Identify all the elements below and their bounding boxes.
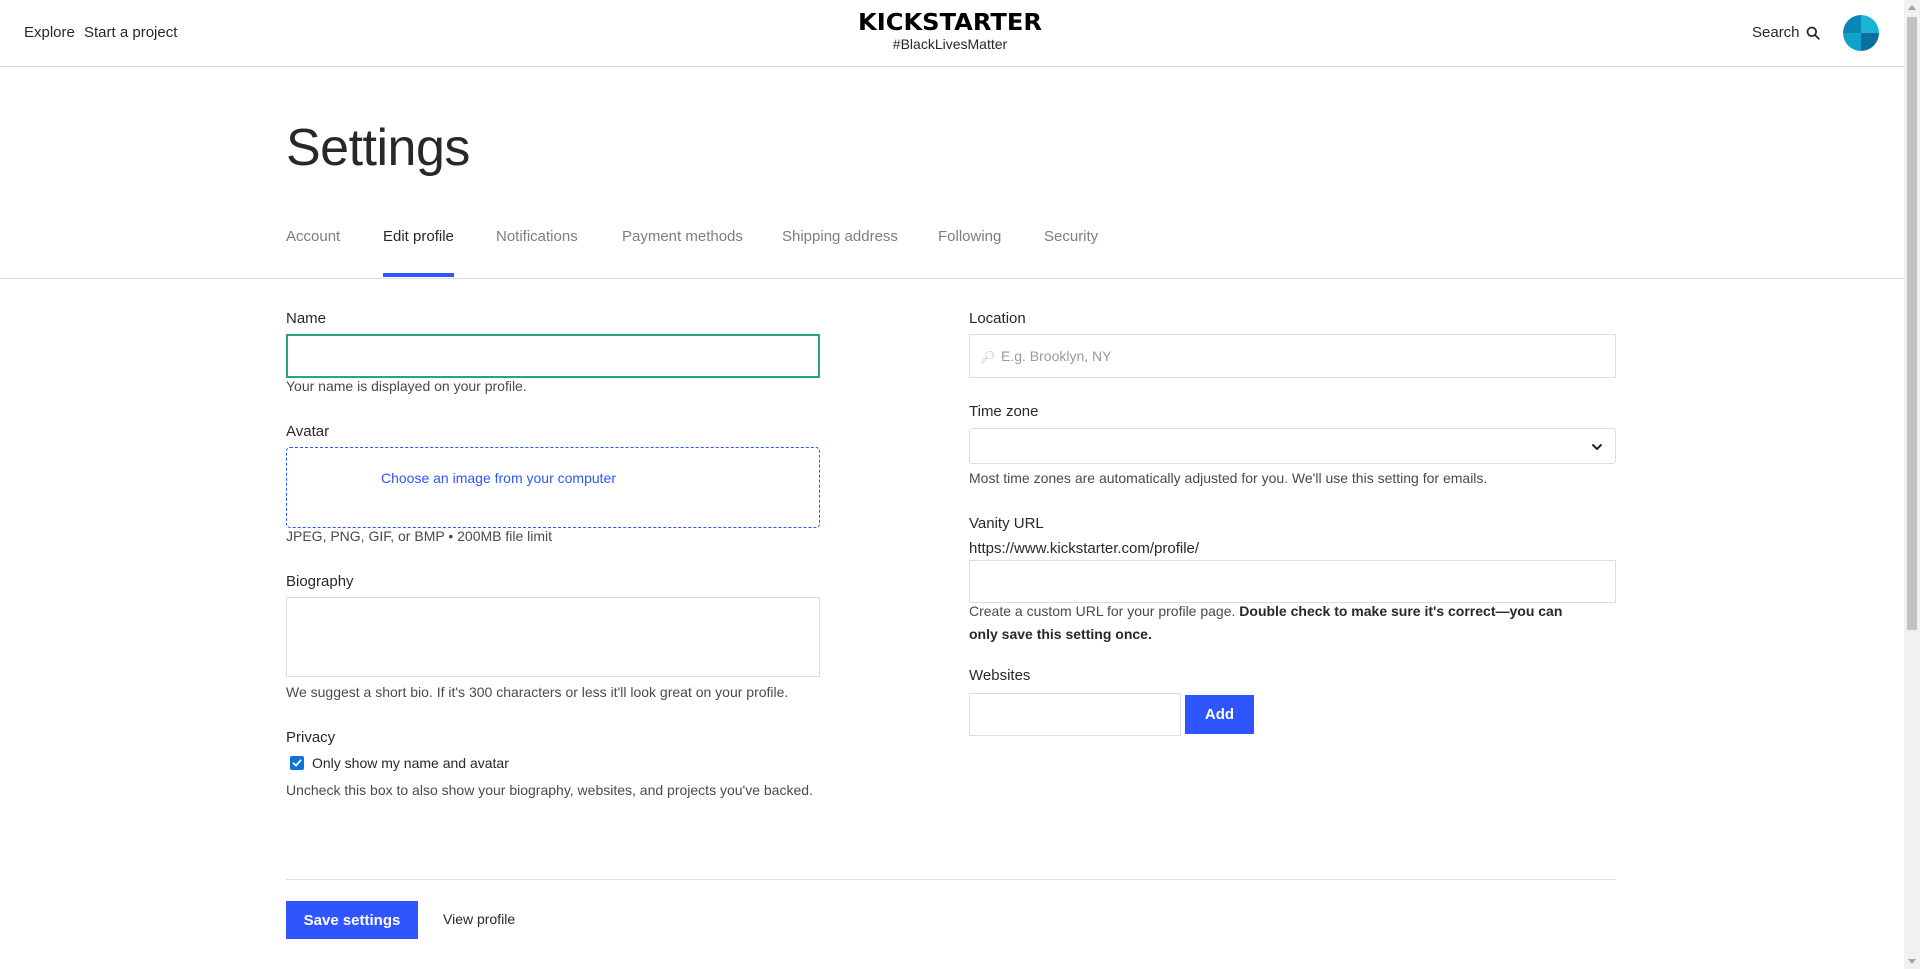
name-input[interactable] <box>286 334 820 378</box>
top-header: Explore Start a project KICKSTARTER #Bla… <box>0 0 1904 67</box>
search-icon <box>1806 26 1820 40</box>
websites-label: Websites <box>969 667 1031 684</box>
location-search-icon: 🔎︎ <box>980 350 996 364</box>
websites-input[interactable] <box>969 693 1181 736</box>
page-title: Settings <box>286 119 470 177</box>
scroll-up-arrow-icon[interactable] <box>1908 5 1916 10</box>
tab-account[interactable]: Account <box>286 228 340 245</box>
choose-image-link[interactable]: Choose an image from your computer <box>381 470 616 486</box>
nav-explore[interactable]: Explore <box>24 24 75 41</box>
save-settings-button[interactable]: Save settings <box>286 901 418 939</box>
tab-notifications[interactable]: Notifications <box>496 228 578 245</box>
nav-start-project[interactable]: Start a project <box>84 24 177 41</box>
privacy-checkbox-label[interactable]: Only show my name and avatar <box>312 752 509 775</box>
settings-page: Explore Start a project KICKSTARTER #Bla… <box>0 0 1920 969</box>
location-input[interactable]: E.g. Brooklyn, NY <box>969 334 1616 378</box>
tab-edit-profile[interactable]: Edit profile <box>383 228 454 245</box>
biography-help: We suggest a short bio. If it's 300 char… <box>286 684 789 700</box>
vanity-url-label: Vanity URL <box>969 515 1044 532</box>
vanity-url-help-text: Create a custom URL for your profile pag… <box>969 603 1240 619</box>
search-label: Search <box>1752 24 1800 41</box>
vanity-url-input[interactable] <box>969 560 1616 603</box>
scroll-down-arrow-icon[interactable] <box>1908 959 1916 964</box>
footer-divider <box>286 879 1616 880</box>
tab-security[interactable]: Security <box>1044 228 1098 245</box>
timezone-label: Time zone <box>969 403 1039 420</box>
checkmark-icon <box>292 759 302 767</box>
tabs-divider <box>0 278 1904 279</box>
user-avatar[interactable] <box>1843 15 1879 51</box>
avatar-help: JPEG, PNG, GIF, or BMP • 200MB file limi… <box>286 528 553 544</box>
kickstarter-logo[interactable]: KICKSTARTER <box>845 10 1055 36</box>
view-profile-link[interactable]: View profile <box>443 911 515 927</box>
chevron-down-icon <box>1592 444 1602 450</box>
name-label: Name <box>286 310 327 327</box>
vanity-url-help: Create a custom URL for your profile pag… <box>969 600 1589 646</box>
tab-payment-methods[interactable]: Payment methods <box>622 228 743 245</box>
privacy-label: Privacy <box>286 729 336 746</box>
active-tab-indicator <box>383 273 454 277</box>
add-website-button[interactable]: Add <box>1185 695 1254 734</box>
timezone-help: Most time zones are automatically adjust… <box>969 470 1488 486</box>
name-help: Your name is displayed on your profile. <box>286 378 527 394</box>
vanity-url-prefix: https://www.kickstarter.com/profile/ <box>969 540 1200 557</box>
privacy-checkbox[interactable] <box>290 756 304 770</box>
tab-following[interactable]: Following <box>938 228 1001 245</box>
biography-textarea[interactable] <box>286 597 820 677</box>
privacy-help: Uncheck this box to also show your biogr… <box>286 782 813 798</box>
hashtag-link[interactable]: #BlackLivesMatter <box>850 36 1050 52</box>
avatar-dropzone[interactable]: Choose an image from your computer <box>286 447 820 528</box>
page-scrollbar[interactable] <box>1904 0 1920 969</box>
tab-shipping-address[interactable]: Shipping address <box>782 228 898 245</box>
avatar-label: Avatar <box>286 423 330 440</box>
location-label: Location <box>969 310 1026 327</box>
search-button[interactable]: Search <box>1752 24 1820 41</box>
scrollbar-thumb[interactable] <box>1907 17 1917 630</box>
timezone-select[interactable] <box>969 428 1616 464</box>
location-placeholder: E.g. Brooklyn, NY <box>1001 348 1112 364</box>
biography-label: Biography <box>286 573 354 590</box>
